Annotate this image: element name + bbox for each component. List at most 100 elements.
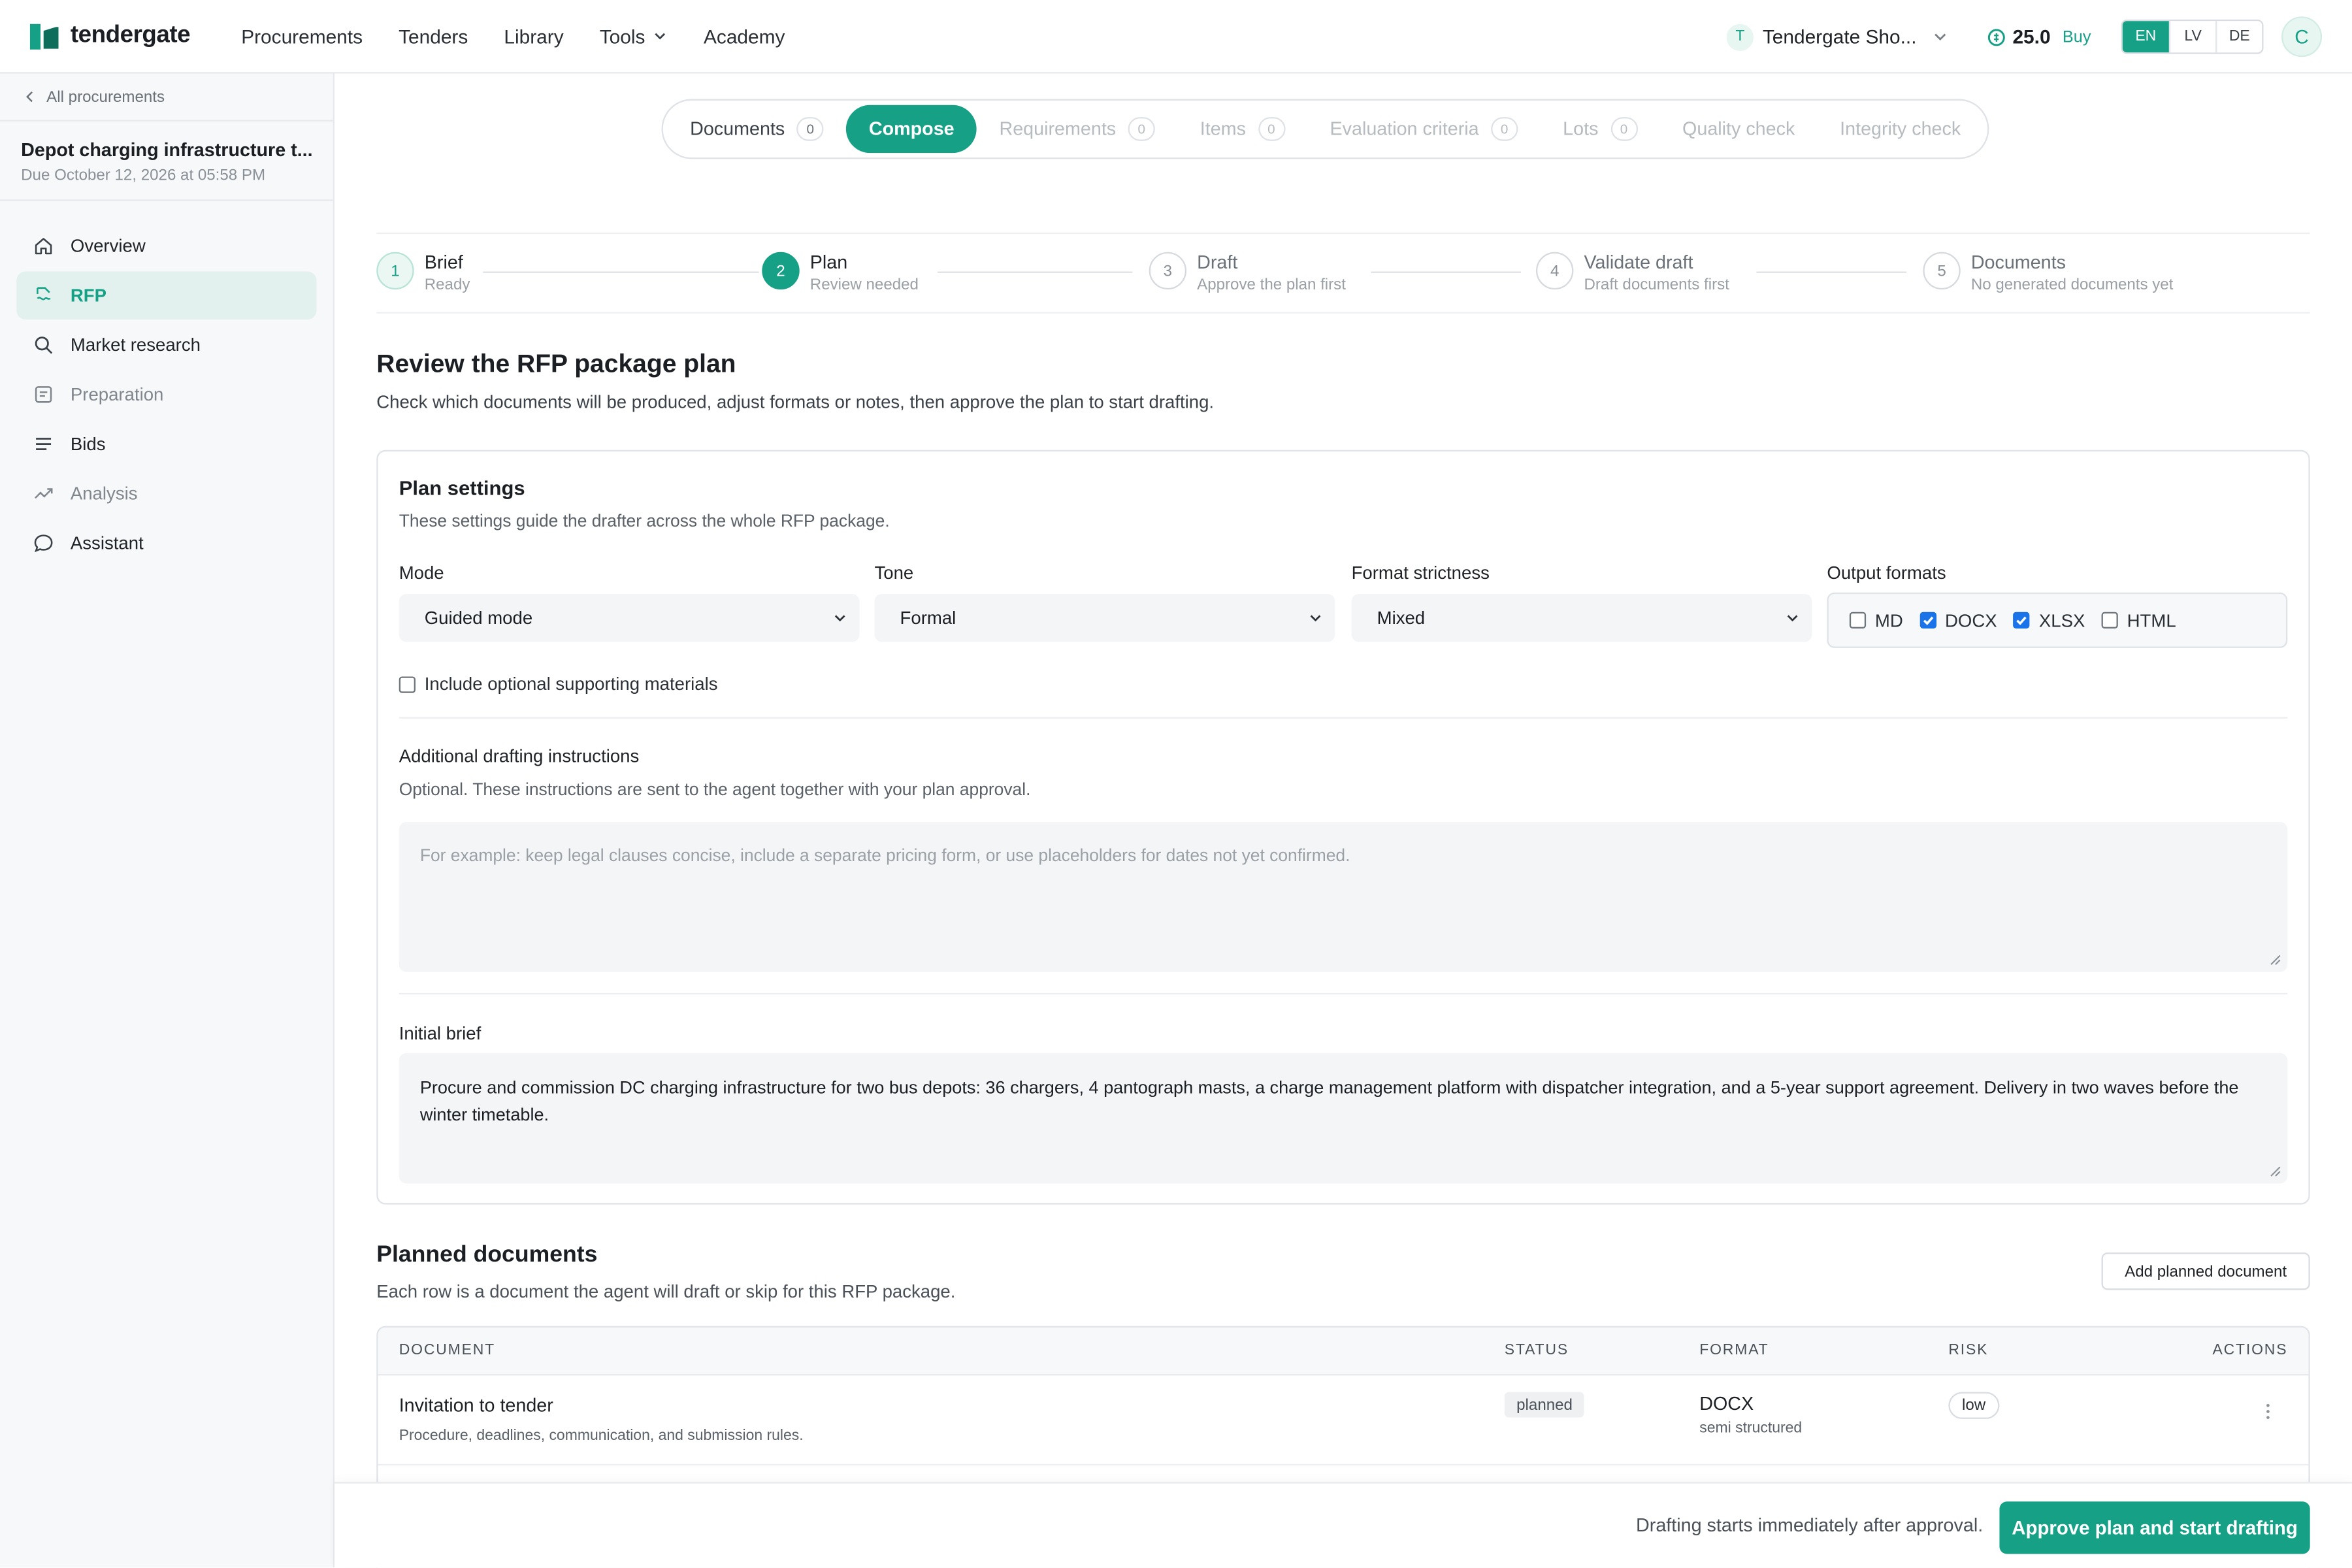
brief-textarea[interactable]: Procure and commission DC charging infra…: [399, 1053, 2288, 1184]
tab-lots[interactable]: Lots 0: [1541, 105, 1660, 153]
step-draft[interactable]: 3 Draft Approve the plan first: [1149, 252, 1346, 294]
mode-value: Guided mode: [424, 607, 533, 629]
lang-de[interactable]: DE: [2215, 21, 2262, 53]
step-name: Plan: [809, 252, 848, 273]
sidebar-item-market-research[interactable]: Market research: [16, 321, 316, 368]
chevron-down-icon: [1934, 33, 1946, 41]
coin-icon: [1987, 28, 2005, 46]
output-formats-group: MD DOCX XLSX HTML: [1827, 592, 2288, 648]
credits: 25.0 Buy: [1987, 25, 2091, 48]
org-name: Tendergate Sho...: [1762, 25, 1917, 48]
lang-en[interactable]: EN: [2122, 21, 2169, 53]
planned-documents-subtitle: Each row is a document the agent will dr…: [376, 1281, 956, 1302]
tab-count-badge: 0: [1610, 117, 1638, 141]
column-header-status: STATUS: [1504, 1342, 1569, 1360]
format-xlsx-checkbox[interactable]: XLSX: [2013, 610, 2085, 630]
step-plan[interactable]: 2 Plan Review needed: [762, 252, 919, 294]
check-icon: [2017, 616, 2027, 625]
tab-items[interactable]: Items 0: [1177, 105, 1307, 153]
document-sign-icon: [37, 287, 51, 301]
nav-tenders[interactable]: Tenders: [399, 25, 468, 47]
sidebar: All procurements Depot charging infrastr…: [0, 73, 335, 1568]
lang-lv[interactable]: LV: [2168, 21, 2215, 53]
mode-label: Mode: [399, 562, 444, 584]
sidebar-item-assistant[interactable]: Assistant: [16, 519, 316, 566]
column-header-actions: ACTIONS: [2212, 1342, 2288, 1360]
tone-select[interactable]: Formal: [874, 594, 1335, 642]
chevron-down-icon: [834, 615, 845, 622]
tab-label: Integrity check: [1840, 118, 1961, 140]
plan-settings-subtitle: These settings guide the drafter across …: [399, 513, 890, 531]
step-connector: [483, 271, 759, 273]
back-label: All procurements: [46, 88, 165, 106]
step-brief[interactable]: 1 Brief Ready: [376, 252, 470, 294]
tab-integrity-check[interactable]: Integrity check: [1818, 105, 1984, 153]
footer-note: Drafting starts immediately after approv…: [1636, 1514, 1984, 1537]
step-status: No generated documents yet: [1970, 276, 2174, 294]
tab-documents[interactable]: Documents 0: [668, 105, 847, 153]
nav-procurements[interactable]: Procurements: [241, 25, 363, 47]
tab-label: Requirements: [999, 118, 1117, 140]
tab-evaluation-criteria[interactable]: Evaluation criteria 0: [1307, 105, 1541, 153]
divider: [399, 717, 2288, 719]
tab-label: Quality check: [1682, 118, 1795, 140]
checkbox-checked: [1919, 612, 1936, 629]
instructions-label: Additional drafting instructions: [399, 745, 640, 767]
tab-label: Documents: [690, 118, 785, 140]
sidebar-item-label: Market research: [70, 334, 201, 356]
format-md-checkbox[interactable]: MD: [1849, 610, 1903, 630]
nav-label: Library: [504, 24, 564, 48]
sidebar-item-rfp[interactable]: RFP: [16, 271, 317, 320]
sidebar-item-preparation[interactable]: Preparation: [16, 370, 316, 418]
sidebar-item-analysis[interactable]: Analysis: [16, 470, 316, 517]
plan-settings-title: Plan settings: [399, 477, 525, 500]
column-header-risk: RISK: [1948, 1342, 1989, 1360]
sidebar-item-label: Preparation: [70, 384, 164, 405]
back-to-procurements[interactable]: All procurements: [0, 73, 333, 122]
checkbox-checked: [2013, 612, 2031, 629]
credits-value: 25.0: [2012, 25, 2051, 48]
format-strictness-select[interactable]: Mixed: [1351, 594, 1812, 642]
nav-library[interactable]: Library: [504, 25, 563, 47]
tab-requirements[interactable]: Requirements 0: [977, 105, 1177, 153]
step-documents[interactable]: 5 Documents No generated documents yet: [1923, 252, 2173, 294]
instructions-textarea[interactable]: For example: keep legal clauses concise,…: [399, 822, 2288, 972]
sidebar-item-label: Bids: [70, 433, 106, 455]
top-right: T Tendergate Sho... 25.0 Buy EN LV DE C: [1726, 0, 2323, 73]
nav-academy[interactable]: Academy: [704, 25, 785, 47]
sidebar-item-bids[interactable]: Bids: [16, 420, 316, 468]
main-content: Documents 0 Compose Requirements 0 Items 0 …: [335, 73, 2352, 1568]
resize-grip-icon[interactable]: [2270, 1166, 2281, 1177]
sidebar-item-overview[interactable]: Overview: [16, 222, 316, 270]
column-header-document: DOCUMENT: [399, 1342, 496, 1360]
tab-quality-check[interactable]: Quality check: [1660, 105, 1818, 153]
optional-materials-checkbox[interactable]: Include optional supporting materials: [399, 674, 717, 694]
check-icon: [1923, 616, 1933, 625]
org-switcher[interactable]: T Tendergate Sho...: [1726, 23, 1948, 50]
chevron-down-icon: [655, 33, 666, 40]
sidebar-item-label: Analysis: [70, 483, 138, 504]
action-footer: Drafting starts immediately after approv…: [334, 1482, 2352, 1568]
step-number: 5: [1923, 252, 1961, 290]
approve-plan-button[interactable]: Approve plan and start drafting: [1999, 1501, 2310, 1554]
step-name: Validate draft: [1584, 252, 1693, 273]
document-name: Invitation to tender: [399, 1395, 553, 1416]
instructions-placeholder: For example: keep legal clauses concise,…: [419, 847, 1350, 866]
avatar[interactable]: C: [2281, 16, 2323, 57]
step-validate-draft[interactable]: 4 Validate draft Draft documents first: [1536, 252, 1729, 294]
tab-compose[interactable]: Compose: [846, 105, 977, 154]
resize-grip-icon[interactable]: [2270, 954, 2281, 966]
table-row[interactable]: Invitation to tender Procedure, deadline…: [378, 1375, 2309, 1466]
format-html-checkbox[interactable]: HTML: [2101, 610, 2176, 630]
checkbox-box: [399, 676, 416, 693]
nav-tools[interactable]: Tools: [600, 25, 668, 47]
add-planned-document-button[interactable]: Add planned document: [2101, 1252, 2310, 1290]
top-bar: tendergate Procurements Tenders Library …: [0, 0, 2352, 74]
mode-select[interactable]: Guided mode: [399, 594, 860, 642]
step-name: Draft: [1197, 252, 1238, 273]
logo[interactable]: tendergate: [29, 22, 191, 49]
step-status: Ready: [424, 276, 470, 294]
more-actions-icon[interactable]: [2259, 1399, 2278, 1424]
buy-credits-link[interactable]: Buy: [2063, 27, 2091, 46]
format-docx-checkbox[interactable]: DOCX: [1919, 610, 1997, 630]
